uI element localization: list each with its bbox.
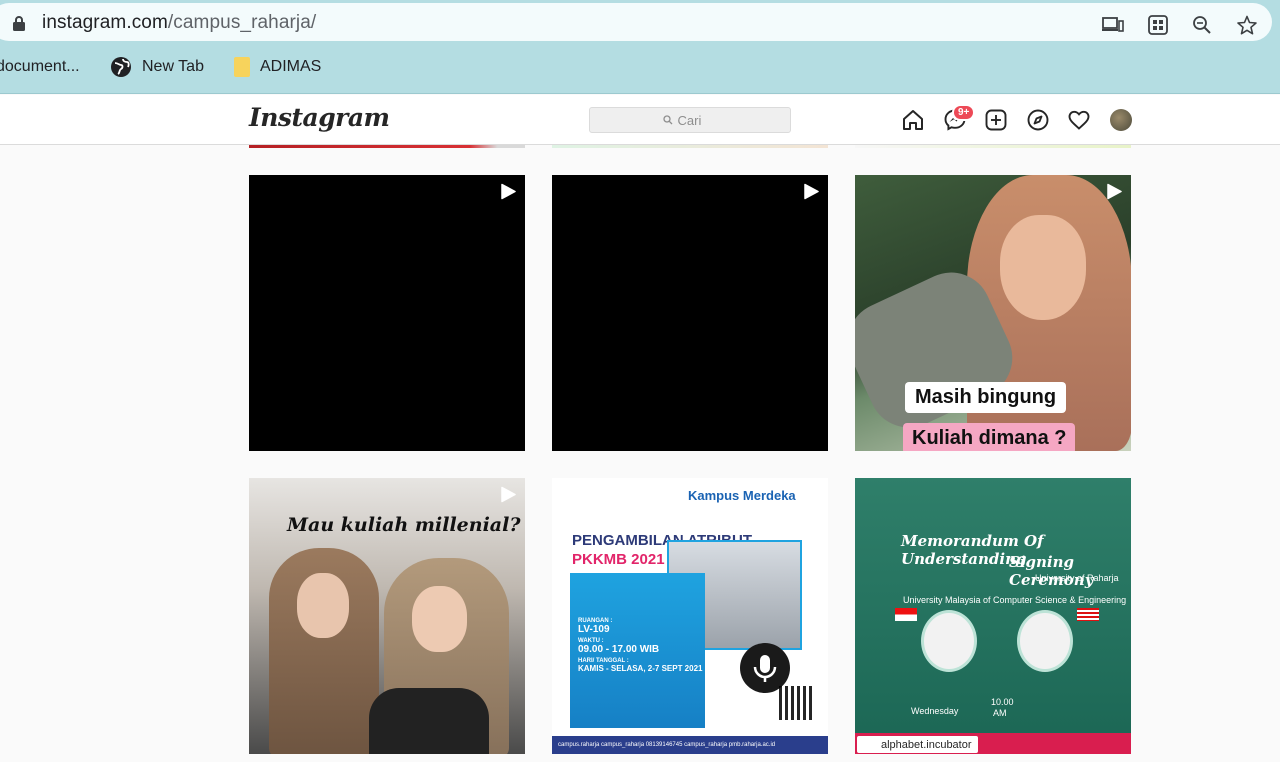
folder-icon xyxy=(234,57,250,77)
post-tile-2[interactable] xyxy=(552,175,828,451)
bookmark-star-icon[interactable] xyxy=(1235,13,1259,37)
org-1: University of Raharja xyxy=(1035,573,1119,583)
poster-info-panel: RUANGAN : LV-109 WAKTU : 09.00 - 17.00 W… xyxy=(570,573,705,728)
post-tile-4[interactable]: Mau kuliah millenial? xyxy=(249,478,525,754)
instagram-logo[interactable]: Instagram xyxy=(249,103,390,132)
portrait-2 xyxy=(1017,610,1073,672)
post-tile-1[interactable] xyxy=(249,175,525,451)
caption-line-2: Kuliah dimana ? xyxy=(903,423,1076,451)
reel-play-icon xyxy=(1107,183,1122,200)
reel-play-icon xyxy=(804,183,819,200)
mou-subtitle: Signing Ceremony xyxy=(1009,553,1094,589)
post-partial-1[interactable] xyxy=(249,145,525,148)
photo-face-2 xyxy=(412,586,467,652)
poster-subheading: PKKMB 2021 xyxy=(572,551,665,568)
post-partial-2[interactable] xyxy=(552,145,828,148)
reel-play-icon xyxy=(501,183,516,200)
qr-code xyxy=(779,686,813,720)
photo-clothing xyxy=(369,688,489,754)
poster-footer: campus.raharja campus_raharja 0813914674… xyxy=(552,736,828,754)
event-time: 10.00 xyxy=(991,697,1014,707)
flag-indonesia-icon xyxy=(895,608,917,621)
photo-face xyxy=(1000,215,1086,320)
new-post-icon[interactable] xyxy=(983,107,1009,133)
portrait-1 xyxy=(921,610,977,672)
bookmark-document[interactable]: document... xyxy=(0,56,80,78)
url-text[interactable]: instagram.com/campus_raharja/ xyxy=(42,12,316,34)
qr-code-icon[interactable] xyxy=(1146,13,1170,37)
search-box[interactable] xyxy=(589,107,791,133)
lock-icon xyxy=(13,16,25,31)
tagged-user[interactable]: alphabet.incubator xyxy=(857,736,978,753)
reel-play-icon xyxy=(501,486,516,503)
home-icon[interactable] xyxy=(900,107,926,133)
activity-heart-icon[interactable] xyxy=(1066,107,1092,133)
browser-chrome: instagram.com/campus_raharja/ document..… xyxy=(0,0,1280,94)
globe-icon xyxy=(111,57,131,77)
brand-logo: Kampus Merdeka xyxy=(688,488,796,503)
bookmark-new-tab[interactable]: New Tab xyxy=(110,56,204,78)
search-icon xyxy=(662,115,672,125)
explore-icon[interactable] xyxy=(1025,107,1051,133)
search-input[interactable] xyxy=(677,112,718,128)
address-bar[interactable]: instagram.com/campus_raharja/ xyxy=(0,3,1272,41)
instagram-header: Instagram xyxy=(0,95,1280,145)
flag-malaysia-icon xyxy=(1077,608,1099,621)
post-title: Mau kuliah millenial? xyxy=(287,514,521,536)
profile-avatar[interactable] xyxy=(1110,109,1132,131)
zoom-icon[interactable] xyxy=(1190,13,1214,37)
post-tile-6[interactable]: Memorandum Of Understanding Signing Cere… xyxy=(855,478,1131,754)
event-day: Wednesday xyxy=(911,706,959,716)
bookmarks-bar: document... New Tab ADIMAS xyxy=(0,52,1280,82)
messages-badge: 9+ xyxy=(952,104,976,121)
photo-face-1 xyxy=(297,573,349,638)
post-tile-3[interactable]: Masih bingung Kuliah dimana ? xyxy=(855,175,1131,451)
bookmark-adimas[interactable]: ADIMAS xyxy=(234,56,321,78)
event-ampm: AM xyxy=(993,708,1007,718)
post-partial-3[interactable] xyxy=(855,145,1131,148)
cast-icon[interactable] xyxy=(1101,13,1125,37)
org-2: University Malaysia of Computer Science … xyxy=(903,595,1127,605)
post-tile-5[interactable]: Kampus Merdeka PENGAMBILAN ATRIBUT PKKMB… xyxy=(552,478,828,754)
caption-line-1: Masih bingung xyxy=(905,382,1067,413)
